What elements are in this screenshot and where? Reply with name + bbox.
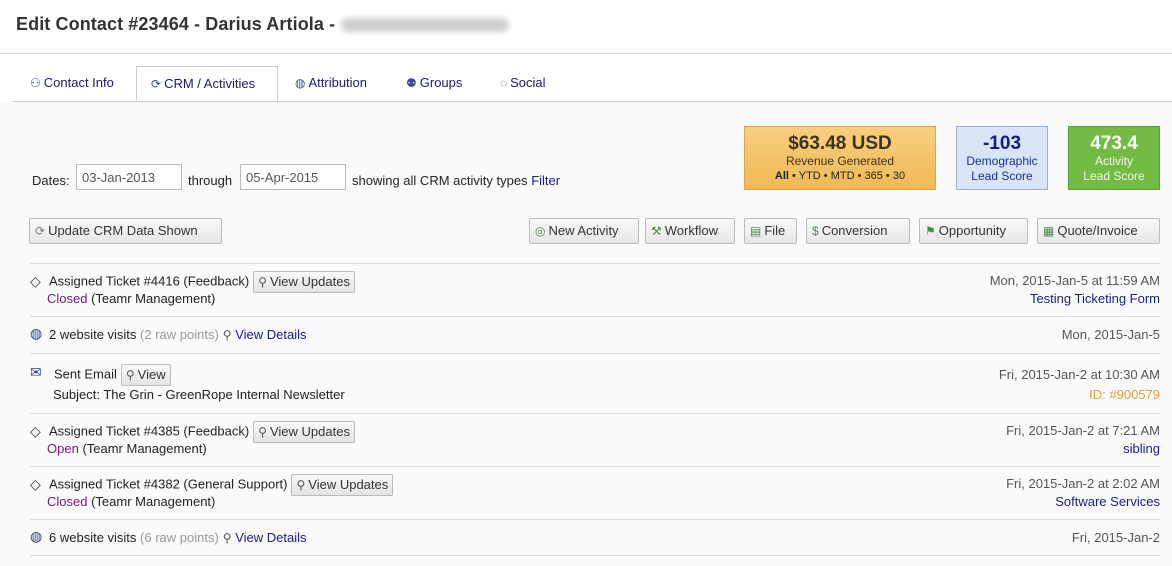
revenue-label: Revenue Generated — [785, 154, 895, 168]
date-to-input[interactable] — [240, 164, 346, 190]
activity-score-box[interactable]: 473.4 Activity Lead Score — [1068, 126, 1160, 190]
tab-social[interactable]: ◌ Social — [500, 66, 546, 100]
new-activity-button[interactable]: ◎ New Activity — [529, 218, 639, 244]
feed-item-title: Assigned Ticket #4385 (Feedback) ⚲ View Up… — [49, 421, 355, 443]
feed-item-date: Mon, 2015-Jan-5 at 11:59 AM — [989, 273, 1160, 288]
ticket-icon: ◇ — [30, 423, 41, 439]
file-icon: ▤ — [750, 224, 762, 238]
tab-groups[interactable]: ⚉ Groups — [406, 66, 462, 100]
dates-label: Dates: — [32, 173, 70, 188]
view-button[interactable]: ⚲ View — [120, 364, 171, 386]
feed-item-status: Open (Teamr Management) — [47, 441, 207, 456]
feed-item-link[interactable]: Testing Ticketing Form — [1030, 291, 1160, 306]
crm-content: $63.48 USD Revenue Generated All • YTD •… — [0, 102, 1172, 566]
demographic-score-sublabel: Lead Score — [971, 169, 1033, 183]
page-header: Edit Contact #23464 - Darius Artiola - — [0, 0, 1172, 54]
through-label: through — [188, 173, 233, 188]
conversion-button[interactable]: $ Conversion — [806, 218, 910, 244]
feed-item-date: Fri, 2015-Jan-2 — [1071, 530, 1160, 545]
feed-item-title: 2 website visits (2 raw points) ⚲ View De… — [49, 327, 307, 342]
person-icon: ⚇ — [30, 76, 41, 90]
feed-item-title: Assigned Ticket #4416 (Feedback) ⚲ View Up… — [49, 271, 355, 293]
globe-icon: ◍ — [30, 528, 43, 544]
feed-item-date: Fri, 2015-Jan-2 at 2:02 AM — [1006, 476, 1160, 491]
globe-icon: ◍ — [295, 76, 306, 90]
conversion-icon: $ — [812, 224, 819, 238]
chat-icon: ◌ — [500, 76, 508, 90]
magnifier-icon: ⚲ — [125, 368, 135, 382]
activity-score-value: 473.4 — [1090, 133, 1138, 154]
envelope-icon: ✉ — [30, 364, 42, 380]
invoice-icon: ▦ — [1043, 224, 1055, 238]
feed-item: ✉ Sent Email ⚲ View Subject: The Grin - Gr… — [30, 353, 1160, 413]
view-updates-button[interactable]: ⚲ View Updates — [291, 474, 394, 496]
tab-bar: ⚇ Contact Info ⟳ CRM / Activities ◍ Attribu… — [12, 66, 1172, 102]
feed-item-link[interactable]: Software Services — [1055, 494, 1160, 509]
feed-item-date: Mon, 2015-Jan-5 — [1061, 327, 1160, 342]
view-updates-button[interactable]: ⚲ View Updates — [253, 421, 355, 443]
feed-item-link[interactable]: sibling — [1123, 441, 1160, 456]
email-id[interactable]: ID: #900579 — [1089, 387, 1160, 402]
view-details-link[interactable]: View Details — [235, 327, 306, 342]
globe-icon: ◍ — [30, 325, 43, 341]
opportunity-icon: ⚑ — [925, 224, 936, 238]
filter-link[interactable]: Filter — [531, 173, 560, 188]
magnifier-icon: ⚲ — [258, 425, 267, 439]
date-from-input[interactable] — [76, 164, 182, 190]
view-details-link[interactable]: View Details — [235, 530, 306, 545]
magnifier-icon: ⚲ — [222, 531, 232, 545]
feed-item: ◍ 6 website visits (6 raw points) ⚲ View … — [30, 519, 1160, 556]
magnifier-icon: ⚲ — [258, 275, 267, 289]
feed-item: ◇ Assigned Ticket #4416 (Feedback) ⚲ View … — [30, 263, 1160, 316]
tab-crm-activities[interactable]: ⟳ CRM / Activities — [136, 66, 278, 101]
tab-contact-info[interactable]: ⚇ Contact Info — [30, 66, 114, 100]
feed-item-status: Closed (Teamr Management) — [47, 291, 216, 306]
feed-item-title: Sent Email ⚲ View — [54, 364, 171, 386]
feed-item-date: Fri, 2015-Jan-2 at 7:21 AM — [1006, 423, 1160, 438]
email-subject: Subject: The Grin - GreenRope Internal N… — [53, 387, 345, 402]
revenue-value: $63.48 USD — [788, 133, 892, 154]
showing-text: showing all CRM activity types Filter — [352, 173, 561, 188]
ticket-icon: ◇ — [30, 273, 41, 289]
demographic-score-box[interactable]: -103 Demographic Lead Score — [956, 126, 1048, 190]
revenue-periods[interactable]: All • YTD • MTD • 365 • 30 — [745, 169, 935, 184]
feed-item: ◇ Assigned Ticket #4385 (Feedback) ⚲ View … — [30, 413, 1160, 466]
workflow-button[interactable]: ⚒ Workflow — [645, 218, 735, 244]
tab-attribution[interactable]: ◍ Attribution — [295, 66, 367, 100]
file-button[interactable]: ▤ File — [744, 218, 797, 244]
activity-score-label: Activity — [1094, 154, 1133, 168]
opportunity-button[interactable]: ⚑ Opportunity — [919, 218, 1028, 244]
refresh-icon: ⟳ — [35, 224, 46, 238]
activity-icon: ◎ — [535, 224, 546, 238]
ticket-icon: ◇ — [30, 476, 41, 492]
activity-score-sublabel: Lead Score — [1083, 169, 1145, 183]
magnifier-icon: ⚲ — [296, 478, 306, 492]
feed-divider — [30, 555, 1160, 556]
feed-item: ◍ 2 website visits (2 raw points) ⚲ View … — [30, 316, 1160, 353]
demographic-score-label: Demographic — [966, 154, 1038, 168]
quote-invoice-button[interactable]: ▦ Quote/Invoice — [1037, 218, 1160, 244]
redacted-email — [341, 18, 510, 33]
feed-item: ◇ Assigned Ticket #4382 (General Support… — [30, 466, 1160, 519]
magnifier-icon: ⚲ — [222, 328, 232, 342]
demographic-score-value: -103 — [982, 133, 1022, 154]
workflow-icon: ⚒ — [651, 224, 662, 238]
crm-icon: ⟳ — [151, 77, 162, 91]
page-title: Edit Contact #23464 - Darius Artiola - — [16, 14, 510, 35]
feed-item-title: Assigned Ticket #4382 (General Support) ⚲… — [49, 474, 394, 496]
revenue-box[interactable]: $63.48 USD Revenue Generated All • YTD •… — [744, 126, 936, 190]
group-icon: ⚉ — [406, 76, 417, 90]
update-crm-button[interactable]: ⟳ Update CRM Data Shown — [29, 218, 222, 244]
feed-item-status: Closed (Teamr Management) — [47, 494, 216, 509]
feed-item-title: 6 website visits (6 raw points) ⚲ View De… — [49, 530, 307, 545]
feed-item-date: Fri, 2015-Jan-2 at 10:30 AM — [998, 367, 1160, 382]
view-updates-button[interactable]: ⚲ View Updates — [253, 271, 355, 293]
